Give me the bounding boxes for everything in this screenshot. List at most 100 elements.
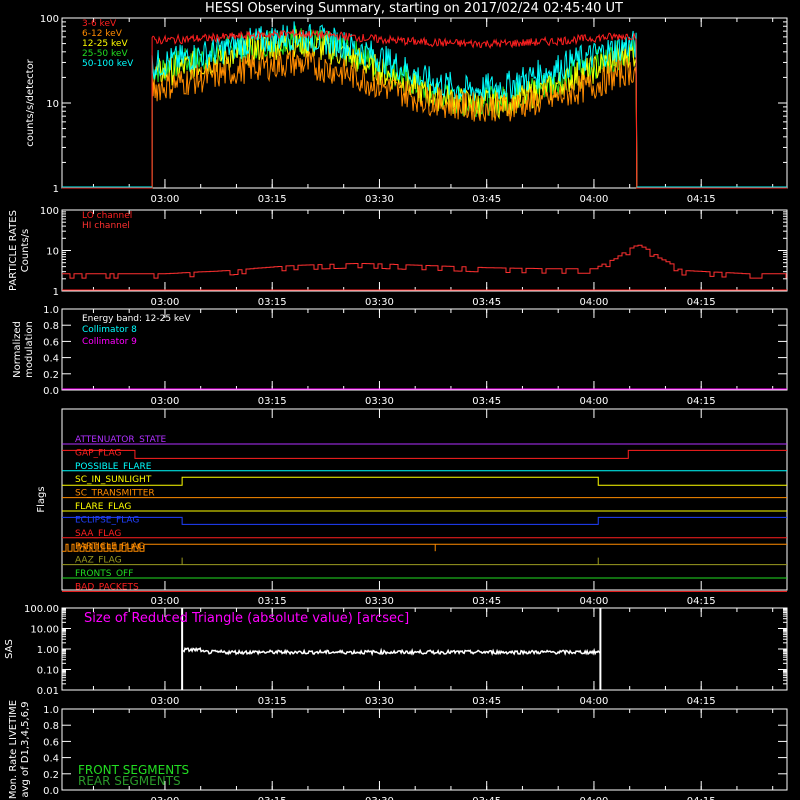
livetime-ylabel-1: Mon. Rate LIVETIME — [8, 700, 19, 799]
flag-label-FLARE_FLAG: FLARE_FLAG — [75, 502, 131, 512]
modulation-y-tick-label: 0.0 — [43, 386, 59, 397]
livetime-x-tick-label: 03:00 — [151, 796, 180, 800]
sas-y-tick-label: 10.00 — [30, 625, 59, 636]
modulation-y-tick-label: 0.8 — [43, 321, 59, 332]
particle-rates-x-tick-label: 03:00 — [151, 297, 180, 308]
flag-line-AAZ_FLAG — [62, 557, 787, 566]
modulation-x-tick-label: 03:15 — [258, 396, 287, 407]
legend-6-12-keV: 6-12 keV — [82, 29, 123, 39]
sas-annotation: Size of Reduced Triangle (absolute value… — [84, 611, 409, 626]
flag-line-PARTICLE_FLAG — [62, 543, 787, 552]
particle-rates-x-tick-label: 03:45 — [472, 297, 501, 308]
particle-rates-x-tick-label: 03:30 — [365, 297, 394, 308]
livetime-x-tick-label: 03:30 — [365, 796, 394, 800]
sas-y-tick-label: 0.01 — [37, 686, 59, 697]
flag-label-FRONTS_OFF: FRONTS_OFF — [75, 569, 133, 579]
count-rates-y-tick-label: 100 — [40, 14, 59, 25]
count-rates-y-tick-label: 1 — [53, 184, 59, 195]
count-rates-x-tick-label: 03:15 — [258, 194, 287, 205]
livetime-y-tick-label: 0.6 — [43, 737, 59, 748]
flag-line-GAP_FLAG — [62, 449, 787, 459]
legend-50-100-keV: 50-100 keV — [82, 59, 134, 69]
sas-y-tick-label: 0.10 — [37, 666, 59, 677]
legend-LO-channel: LO channel — [82, 211, 132, 221]
flag-label-BAD_PACKETS: BAD_PACKETS — [75, 582, 139, 592]
sas-x-tick-label: 03:15 — [258, 696, 287, 707]
legend-REAR-SEGMENTS: REAR SEGMENTS — [78, 774, 181, 788]
flags-x-tick-label: 03:00 — [151, 596, 180, 607]
modulation-x-tick-label: 04:00 — [580, 396, 609, 407]
sas-x-tick-label: 03:45 — [472, 696, 501, 707]
sas-y-tick-label: 1.00 — [37, 645, 59, 656]
count-rates-x-tick-label: 04:00 — [580, 194, 609, 205]
sas-y-tick-label: 100.00 — [24, 604, 59, 615]
particle-rates-frame — [61, 209, 788, 292]
livetime-y-tick-label: 1.0 — [43, 705, 59, 716]
flag-label-SAA_FLAG: SAA_FLAG — [75, 529, 121, 539]
modulation-annotation: Energy band: 12-25 keV — [82, 314, 191, 324]
sas-ylabel: SAS — [4, 639, 15, 659]
count-rates-x-tick-label: 03:00 — [151, 194, 180, 205]
flags-x-tick-label: 04:00 — [580, 596, 609, 607]
series-line-50-100-keV — [62, 21, 787, 189]
flags-ylabel: Flags — [36, 486, 47, 512]
particle-rates-x-tick-label: 04:15 — [687, 297, 716, 308]
legend-Collimator-9: Collimator 9 — [82, 337, 137, 347]
sas-x-tick-label: 04:15 — [687, 696, 716, 707]
flag-label-ATTENUATOR_STATE: ATTENUATOR_STATE — [75, 435, 167, 445]
flag-line-SC_IN_SUNLIGHT — [62, 476, 787, 486]
livetime-y-tick-label: 0.8 — [43, 721, 59, 732]
count-rates-x-tick-label: 04:15 — [687, 194, 716, 205]
flags-x-tick-label: 03:30 — [365, 596, 394, 607]
flag-label-POSSIBLE_FLARE: POSSIBLE_FLARE — [75, 462, 152, 472]
modulation-ylabel-2: modulation — [24, 321, 35, 378]
modulation-y-tick-label: 0.2 — [43, 370, 59, 381]
livetime-y-tick-label: 0.4 — [43, 754, 59, 765]
particle-rates-x-tick-label: 04:00 — [580, 297, 609, 308]
flags-x-tick-label: 03:45 — [472, 596, 501, 607]
flag-label-GAP_FLAG: GAP_FLAG — [75, 448, 121, 458]
livetime-x-tick-label: 03:45 — [472, 796, 501, 800]
count-rates-x-tick-label: 03:45 — [472, 194, 501, 205]
livetime-x-tick-label: 04:15 — [687, 796, 716, 800]
page-title: HESSI Observing Summary, starting on 201… — [205, 1, 623, 16]
legend-Collimator-8: Collimator 8 — [82, 325, 137, 335]
legend-25-50-keV: 25-50 keV — [82, 49, 128, 59]
livetime-x-tick-label: 03:15 — [258, 796, 287, 800]
flag-label-PARTICLE_FLAG: PARTICLE_FLAG — [75, 542, 145, 552]
modulation-y-tick-label: 0.6 — [43, 337, 59, 348]
sas-x-tick-label: 04:00 — [580, 696, 609, 707]
livetime-x-tick-label: 04:00 — [580, 796, 609, 800]
count-rates-y-tick-label: 10 — [46, 99, 59, 110]
flag-label-AAZ_FLAG: AAZ_FLAG — [75, 556, 122, 566]
livetime-y-tick-label: 0.0 — [43, 786, 59, 797]
particle-rates-y-tick-label: 1 — [53, 287, 59, 298]
flags-x-tick-label: 03:15 — [258, 596, 287, 607]
particle-rates-ylabel-2: Counts/s — [20, 229, 31, 273]
particle-rates-ylabel-1: PARTICLE RATES — [8, 210, 19, 291]
flag-label-SC_TRANSMITTER: SC_TRANSMITTER — [75, 489, 155, 499]
livetime-ylabel-2: avg of D1,3,4,5,6,9 — [20, 701, 31, 797]
count-rates-x-tick-label: 03:30 — [365, 194, 394, 205]
series-line-HI-channel — [62, 244, 787, 279]
series-line-SAS — [182, 646, 601, 657]
sas-x-tick-label: 03:30 — [365, 696, 394, 707]
livetime-y-tick-label: 0.2 — [43, 770, 59, 781]
modulation-x-tick-label: 03:45 — [472, 396, 501, 407]
modulation-x-tick-label: 03:30 — [365, 396, 394, 407]
modulation-ylabel-1: Normalized — [12, 321, 23, 378]
legend-HI-channel: HI channel — [82, 221, 130, 231]
legend-12-25-keV: 12-25 keV — [82, 39, 128, 49]
legend-3-6-keV: 3-6 keV — [82, 19, 117, 29]
sas-x-tick-label: 03:00 — [151, 696, 180, 707]
particle-rates-x-tick-label: 03:15 — [258, 297, 287, 308]
particle-rates-y-tick-label: 100 — [40, 206, 59, 217]
modulation-x-tick-label: 04:15 — [687, 396, 716, 407]
flag-label-SC_IN_SUNLIGHT: SC_IN_SUNLIGHT — [75, 475, 152, 485]
hessi-summary-plot: HESSI Observing Summary, starting on 201… — [4, 1, 788, 800]
modulation-x-tick-label: 03:00 — [151, 396, 180, 407]
flags-x-tick-label: 04:15 — [687, 596, 716, 607]
flag-label-ECLIPSE_FLAG: ECLIPSE_FLAG — [75, 515, 139, 525]
modulation-y-tick-label: 1.0 — [43, 305, 59, 316]
modulation-y-tick-label: 0.4 — [43, 354, 59, 365]
